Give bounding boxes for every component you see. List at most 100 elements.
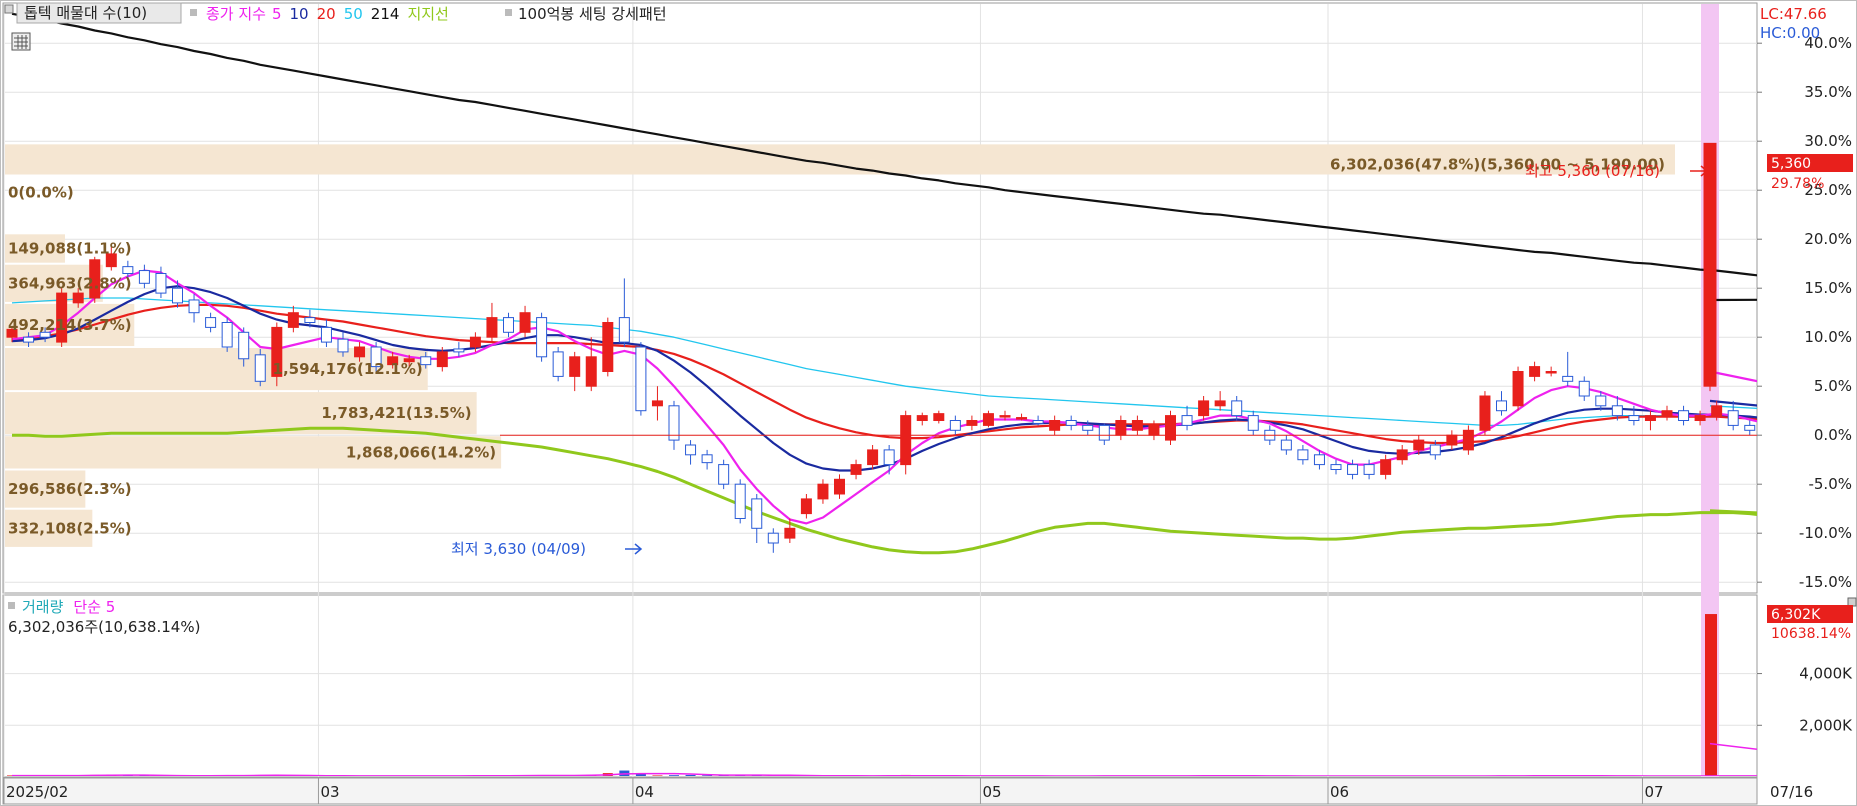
legend-ma10: 10 — [290, 5, 309, 23]
volume-legend-bullet-icon — [8, 602, 15, 609]
candle-body — [1661, 410, 1673, 417]
candle-body — [1529, 366, 1541, 377]
candle-body — [933, 413, 945, 422]
candle — [1703, 142, 1717, 392]
x-tick-label: 07 — [1644, 783, 1663, 801]
candle-body — [1429, 444, 1441, 456]
candle-body — [1247, 415, 1259, 431]
legend-bullet-icon — [505, 9, 512, 16]
candle-body — [635, 346, 647, 412]
legend-ma20: 20 — [317, 5, 336, 23]
hc-readout: HC:0.00 — [1760, 24, 1820, 42]
ma-legend: 종가 지수 5 10 20 50 214 지지선 — [206, 5, 449, 23]
indicator-title: 톱텍 매물대 수(10) — [24, 4, 147, 22]
candle-body — [1479, 395, 1491, 431]
legend-bullet-icon — [190, 9, 197, 16]
volume-value: 6,302,036주(10,638.14%) — [8, 618, 200, 636]
candle-body — [1678, 410, 1690, 422]
candle-body — [1711, 405, 1723, 417]
candle-body — [1611, 405, 1623, 417]
last-date: 07/16 — [1770, 783, 1813, 801]
stock-chart: 6,302,036(47.8%)(5,360.00 ~ 5,190.00)0(0… — [0, 0, 1857, 806]
y-tick-label: 5.0% — [1814, 377, 1852, 395]
volume-legend-title: 거래량 — [22, 598, 64, 616]
volume-bar — [1705, 614, 1717, 776]
candle-body — [784, 527, 796, 539]
candle-body — [1727, 410, 1739, 426]
candle — [254, 348, 266, 387]
low-label: 최저 3,630 (04/09) — [451, 540, 586, 558]
legend-support: 지지선 — [407, 5, 448, 23]
candle-body — [1446, 434, 1458, 446]
legend-toggle-icon[interactable] — [4, 4, 14, 14]
candle-body — [287, 312, 299, 328]
candle-body — [1165, 415, 1176, 441]
candle-body — [254, 354, 266, 382]
legend-pattern: 100억봉 세팅 강세패턴 — [518, 5, 667, 23]
candle-body — [999, 415, 1011, 418]
candle-body — [900, 415, 912, 466]
candle-body — [238, 331, 250, 360]
candle-body — [1703, 142, 1717, 387]
candle-body — [966, 420, 978, 426]
close-icon[interactable] — [1847, 597, 1857, 607]
candle-body — [486, 317, 498, 338]
candle-body — [602, 322, 614, 372]
candle-body — [1231, 400, 1243, 417]
candle-body — [536, 317, 548, 358]
candle-body — [23, 336, 35, 343]
candle-body — [1016, 417, 1028, 420]
candle-body — [569, 356, 581, 377]
volume-legend-ma: 단순 5 — [73, 598, 115, 616]
x-tick-label: 04 — [635, 783, 654, 801]
candle-body — [867, 449, 879, 466]
candle-body — [718, 464, 730, 485]
legend-ma5: 5 — [272, 5, 282, 23]
candle-body — [618, 317, 630, 343]
candle-body — [850, 464, 862, 475]
candle-body — [172, 287, 183, 304]
candle-body — [982, 413, 994, 426]
x-tick-label: 06 — [1330, 783, 1349, 801]
candle-body — [1363, 464, 1375, 475]
candle-body — [751, 498, 763, 529]
candle-body — [1131, 420, 1143, 431]
candle-body — [817, 483, 829, 500]
candle-body — [1628, 415, 1640, 422]
candle-body — [1496, 400, 1507, 412]
candle-body — [916, 415, 928, 422]
candle-body — [503, 317, 514, 333]
last-volume-pct: 10638.14% — [1771, 626, 1851, 642]
candle-body — [453, 348, 465, 353]
candle-body — [155, 273, 167, 294]
candle — [982, 410, 994, 428]
candle-body — [883, 449, 895, 466]
candle-body — [337, 338, 349, 353]
candle-body — [1578, 380, 1590, 397]
candle-body — [436, 351, 448, 368]
y-tick-label: 20.0% — [1804, 230, 1852, 248]
y-tick-label: 0.0% — [1814, 426, 1852, 444]
data-table-icon[interactable] — [11, 32, 31, 51]
candle-body — [1280, 439, 1292, 451]
candle-body — [1313, 454, 1325, 466]
last-change: 29.78% — [1771, 176, 1824, 192]
candle-body — [1562, 375, 1574, 382]
candle-body — [1462, 429, 1474, 451]
candle-body — [188, 299, 200, 314]
candle-body — [1065, 420, 1077, 426]
candle-body — [800, 498, 812, 515]
candle — [221, 317, 233, 352]
high-label: 최고 5,360 (07/16) — [1525, 162, 1660, 180]
candle-body — [1744, 424, 1756, 431]
candle-body — [72, 292, 84, 304]
candle-body — [354, 346, 366, 358]
candle-body — [1049, 420, 1061, 431]
legend-ma50: 50 — [344, 5, 363, 23]
candle-body — [1181, 415, 1193, 426]
y-tick-label: 30.0% — [1804, 132, 1852, 150]
candle-body — [734, 483, 746, 520]
candle-body — [767, 532, 779, 544]
lc-readout: LC:47.66 — [1760, 5, 1827, 23]
candle — [552, 347, 564, 382]
